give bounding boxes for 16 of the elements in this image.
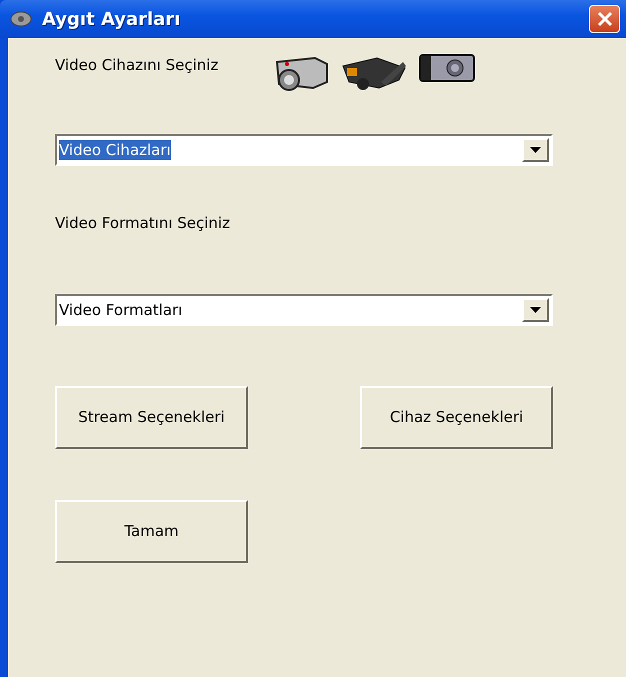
dropdown-button[interactable] — [522, 298, 549, 322]
dropdown-button[interactable] — [522, 138, 549, 162]
field-label: Video Formatını Seçiniz — [55, 214, 230, 232]
caret-icon — [530, 147, 541, 153]
dialog-button[interactable]: Stream Seçenekleri — [55, 386, 248, 449]
close-icon — [596, 11, 612, 27]
format-dropdown[interactable]: Video Formatları — [55, 294, 553, 326]
camera-icon — [10, 10, 32, 28]
window-title: Aygıt Ayarları — [42, 8, 182, 30]
dialog-button[interactable]: Tamam — [55, 500, 248, 563]
field-label: Video Cihazını Seçiniz — [55, 56, 218, 74]
digital-camera-icon — [419, 52, 476, 82]
device-dropdown[interactable]: Video Cihazları — [55, 134, 553, 166]
close-button[interactable] — [589, 5, 620, 33]
caret-icon — [530, 307, 541, 313]
dialog-button[interactable]: Cihaz Seçenekleri — [360, 386, 553, 449]
